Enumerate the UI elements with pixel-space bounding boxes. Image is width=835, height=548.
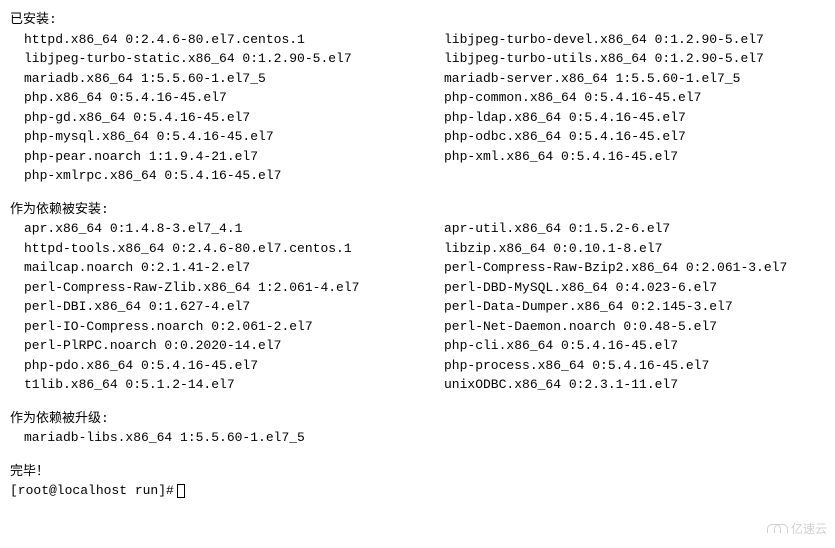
package-entry: libjpeg-turbo-utils.x86_64 0:1.2.90-5.el… bbox=[444, 49, 764, 69]
package-entry: libjpeg-turbo-devel.x86_64 0:1.2.90-5.el… bbox=[444, 30, 764, 50]
installed-row: mariadb.x86_64 1:5.5.60-1.el7_5mariadb-s… bbox=[10, 69, 825, 89]
package-entry: apr-util.x86_64 0:1.5.2-6.el7 bbox=[444, 219, 670, 239]
package-entry: unixODBC.x86_64 0:2.3.1-11.el7 bbox=[444, 375, 678, 395]
package-entry: t1lib.x86_64 0:5.1.2-14.el7 bbox=[24, 375, 444, 395]
package-entry: perl-PlRPC.noarch 0:0.2020-14.el7 bbox=[24, 336, 444, 356]
installed-header: 已安装: bbox=[10, 10, 825, 30]
package-entry: mariadb-libs.x86_64 1:5.5.60-1.el7_5 bbox=[24, 428, 444, 448]
package-entry: php-common.x86_64 0:5.4.16-45.el7 bbox=[444, 88, 701, 108]
watermark: 亿速云 bbox=[767, 520, 827, 538]
package-entry: httpd.x86_64 0:2.4.6-80.el7.centos.1 bbox=[24, 30, 444, 50]
package-entry: mariadb.x86_64 1:5.5.60-1.el7_5 bbox=[24, 69, 444, 89]
deps-installed-row: mailcap.noarch 0:2.1.41-2.el7perl-Compre… bbox=[10, 258, 825, 278]
package-entry: perl-DBI.x86_64 0:1.627-4.el7 bbox=[24, 297, 444, 317]
deps-upgraded-row: mariadb-libs.x86_64 1:5.5.60-1.el7_5 bbox=[10, 428, 825, 448]
package-entry: php-mysql.x86_64 0:5.4.16-45.el7 bbox=[24, 127, 444, 147]
package-entry: mailcap.noarch 0:2.1.41-2.el7 bbox=[24, 258, 444, 278]
deps-installed-row: perl-DBI.x86_64 0:1.627-4.el7perl-Data-D… bbox=[10, 297, 825, 317]
package-entry: php-odbc.x86_64 0:5.4.16-45.el7 bbox=[444, 127, 686, 147]
installed-row: php-mysql.x86_64 0:5.4.16-45.el7php-odbc… bbox=[10, 127, 825, 147]
installed-row: libjpeg-turbo-static.x86_64 0:1.2.90-5.e… bbox=[10, 49, 825, 69]
shell-prompt: [root@localhost run]# bbox=[10, 481, 174, 501]
deps-installed-row: perl-PlRPC.noarch 0:0.2020-14.el7php-cli… bbox=[10, 336, 825, 356]
terminal-output: 已安装: httpd.x86_64 0:2.4.6-80.el7.centos.… bbox=[10, 10, 825, 501]
deps-installed-header: 作为依赖被安装: bbox=[10, 200, 825, 220]
deps-installed-row: php-pdo.x86_64 0:5.4.16-45.el7php-proces… bbox=[10, 356, 825, 376]
cursor-icon bbox=[177, 484, 185, 498]
package-entry: php-xml.x86_64 0:5.4.16-45.el7 bbox=[444, 147, 678, 167]
package-entry: httpd-tools.x86_64 0:2.4.6-80.el7.centos… bbox=[24, 239, 444, 259]
deps-installed-row: httpd-tools.x86_64 0:2.4.6-80.el7.centos… bbox=[10, 239, 825, 259]
installed-row: httpd.x86_64 0:2.4.6-80.el7.centos.1libj… bbox=[10, 30, 825, 50]
package-entry: perl-Net-Daemon.noarch 0:0.48-5.el7 bbox=[444, 317, 717, 337]
complete-message: 完毕！ bbox=[10, 462, 825, 482]
package-entry: libzip.x86_64 0:0.10.1-8.el7 bbox=[444, 239, 662, 259]
deps-installed-row: perl-Compress-Raw-Zlib.x86_64 1:2.061-4.… bbox=[10, 278, 825, 298]
package-entry: perl-Compress-Raw-Bzip2.x86_64 0:2.061-3… bbox=[444, 258, 787, 278]
package-entry: php-pdo.x86_64 0:5.4.16-45.el7 bbox=[24, 356, 444, 376]
package-entry: php-xmlrpc.x86_64 0:5.4.16-45.el7 bbox=[24, 166, 444, 186]
package-entry: php-ldap.x86_64 0:5.4.16-45.el7 bbox=[444, 108, 686, 128]
deps-installed-row: perl-IO-Compress.noarch 0:2.061-2.el7per… bbox=[10, 317, 825, 337]
package-entry: php-cli.x86_64 0:5.4.16-45.el7 bbox=[444, 336, 678, 356]
deps-installed-row: apr.x86_64 0:1.4.8-3.el7_4.1apr-util.x86… bbox=[10, 219, 825, 239]
installed-row: php-xmlrpc.x86_64 0:5.4.16-45.el7 bbox=[10, 166, 825, 186]
shell-prompt-line[interactable]: [root@localhost run]# bbox=[10, 481, 825, 501]
package-entry: php-process.x86_64 0:5.4.16-45.el7 bbox=[444, 356, 709, 376]
package-entry: php-pear.noarch 1:1.9.4-21.el7 bbox=[24, 147, 444, 167]
package-entry: php-gd.x86_64 0:5.4.16-45.el7 bbox=[24, 108, 444, 128]
package-entry: perl-Compress-Raw-Zlib.x86_64 1:2.061-4.… bbox=[24, 278, 444, 298]
installed-row: php-gd.x86_64 0:5.4.16-45.el7php-ldap.x8… bbox=[10, 108, 825, 128]
package-entry: apr.x86_64 0:1.4.8-3.el7_4.1 bbox=[24, 219, 444, 239]
package-entry: perl-DBD-MySQL.x86_64 0:4.023-6.el7 bbox=[444, 278, 717, 298]
package-entry: perl-IO-Compress.noarch 0:2.061-2.el7 bbox=[24, 317, 444, 337]
installed-row: php.x86_64 0:5.4.16-45.el7php-common.x86… bbox=[10, 88, 825, 108]
deps-installed-row: t1lib.x86_64 0:5.1.2-14.el7unixODBC.x86_… bbox=[10, 375, 825, 395]
deps-upgraded-header: 作为依赖被升级: bbox=[10, 409, 825, 429]
package-entry: mariadb-server.x86_64 1:5.5.60-1.el7_5 bbox=[444, 69, 740, 89]
package-entry: libjpeg-turbo-static.x86_64 0:1.2.90-5.e… bbox=[24, 49, 444, 69]
watermark-text: 亿速云 bbox=[791, 520, 827, 538]
package-entry: php.x86_64 0:5.4.16-45.el7 bbox=[24, 88, 444, 108]
installed-row: php-pear.noarch 1:1.9.4-21.el7php-xml.x8… bbox=[10, 147, 825, 167]
cloud-icon bbox=[767, 522, 787, 536]
package-entry: perl-Data-Dumper.x86_64 0:2.145-3.el7 bbox=[444, 297, 733, 317]
